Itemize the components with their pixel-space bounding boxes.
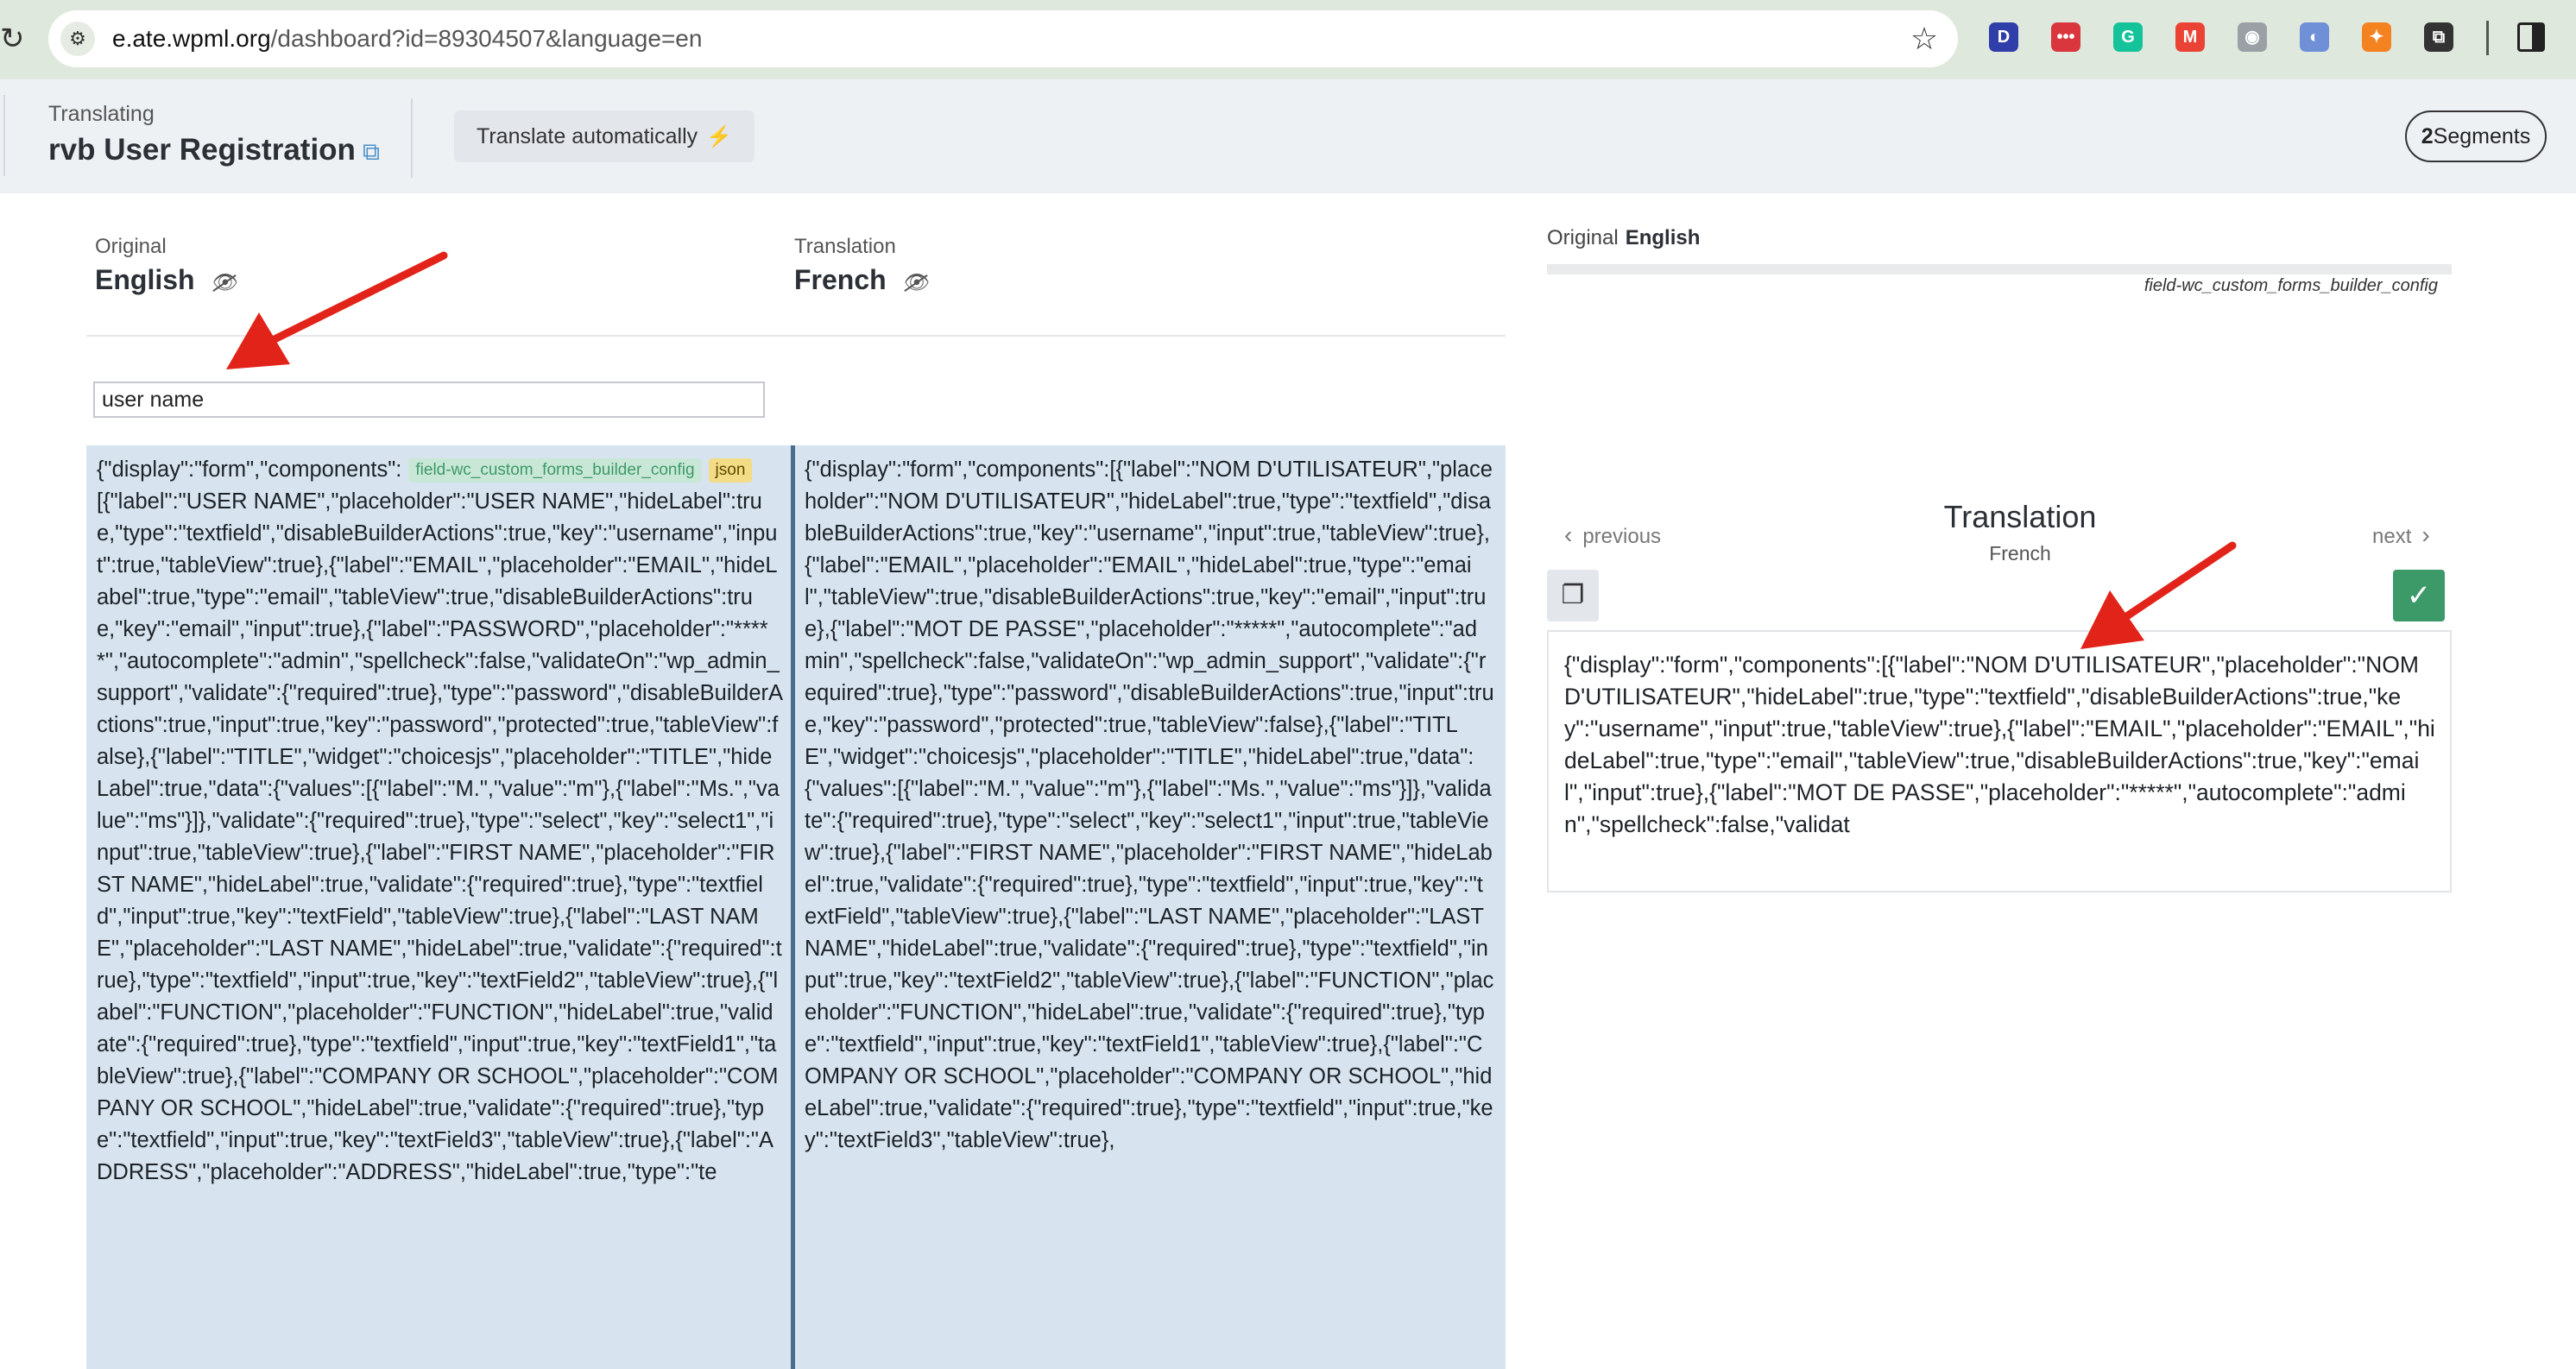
translation-language: French 👁	[794, 264, 930, 296]
header-divider-line	[86, 335, 1506, 337]
segment-column-divider	[791, 445, 795, 1369]
original-segment-rest: [{"label":"USER NAME","placeholder":"USE…	[97, 489, 784, 1184]
right-panel-original-label: Original	[1547, 226, 1619, 249]
next-button[interactable]: next ›	[2372, 521, 2440, 549]
toolbar-separator	[2486, 21, 2489, 55]
editor-header: Translating rvb User Registration ⧉ Trans…	[0, 79, 2576, 193]
field-name-label: field-wc_custom_forms_builder_config	[2144, 276, 2438, 295]
url-path: /dashboard?id=89304507&language=en	[270, 25, 703, 52]
segment-row[interactable]: {"display":"form","components": field-wc_…	[86, 445, 1506, 1369]
browser-toolbar: ↻ ⚙ e.ate.wpml.org/dashboard?id=89304507…	[0, 0, 2576, 79]
right-panel-original: Original English	[1547, 226, 1700, 250]
project-title: rvb User Registration ⧉	[48, 133, 380, 167]
grammarly-extension-icon[interactable]: G	[2113, 22, 2143, 52]
hide-eye-icon[interactable]: 👁	[212, 270, 238, 295]
translation-panel-language: French	[1989, 542, 2051, 565]
segment-filter-input[interactable]	[93, 382, 765, 418]
json-type-tag: json	[708, 458, 753, 483]
url-host: e.ate.wpml.org	[112, 25, 271, 52]
lightning-icon: ⚡	[706, 125, 733, 148]
segments-label: Segments	[2433, 124, 2531, 148]
copy-original-button[interactable]: ❐	[1547, 570, 1599, 621]
bookmark-star-icon[interactable]: ☆	[1904, 19, 1944, 59]
header-divider	[411, 98, 413, 178]
original-language: English 👁	[95, 264, 238, 296]
translation-editor-text[interactable]: {"display":"form","components":[{"label"…	[1564, 649, 2436, 841]
reload-icon[interactable]: ↻	[0, 17, 25, 60]
orange-extension-icon[interactable]: ✦	[2362, 22, 2391, 52]
d-extension-icon[interactable]: D	[1989, 22, 2018, 52]
camera-extension-icon[interactable]: ◉	[2238, 22, 2267, 52]
arrow-to-filter-icon	[226, 251, 448, 369]
side-panel-icon[interactable]	[2517, 22, 2545, 52]
original-column-header: Original English 👁	[95, 235, 238, 296]
right-panel-original-lang: English	[1625, 226, 1701, 249]
url-text[interactable]: e.ate.wpml.org/dashboard?id=89304507&lan…	[112, 10, 702, 67]
translation-language-text: French	[794, 264, 887, 295]
check-icon: ✓	[2406, 579, 2432, 612]
header-left-border	[3, 95, 5, 176]
translation-label: Translation	[794, 235, 896, 258]
confirm-translation-button[interactable]: ✓	[2393, 570, 2445, 621]
dots-extension-icon[interactable]: •••	[2051, 22, 2080, 52]
translation-editor[interactable]: {"display":"form","components":[{"label"…	[1547, 630, 2452, 893]
original-language-text: English	[95, 264, 195, 295]
translate-automatically-button[interactable]: Translate automatically ⚡	[454, 110, 755, 162]
segments-counter[interactable]: 2Segments	[2405, 110, 2547, 162]
chevron-right-icon: ›	[2421, 521, 2430, 548]
external-link-icon[interactable]: ⧉	[363, 138, 380, 167]
segments-count: 2	[2421, 124, 2434, 148]
field-name-tag: field-wc_custom_forms_builder_config	[408, 458, 702, 483]
chevron-left-icon: ‹	[1564, 521, 1573, 548]
previous-label: previous	[1582, 525, 1662, 548]
address-bar[interactable]: ⚙ e.ate.wpml.org/dashboard?id=89304507&l…	[48, 10, 1958, 67]
translation-panel-title: Translation	[1943, 499, 2097, 534]
translating-label: Translating	[48, 102, 155, 126]
original-segment[interactable]: {"display":"form","components": field-wc_…	[97, 454, 784, 1189]
project-title-text: rvb User Registration	[48, 133, 356, 167]
previous-button[interactable]: ‹ previous	[1554, 521, 1661, 549]
hide-eye-icon[interactable]: 👁	[904, 270, 930, 295]
original-preview-bar	[1547, 264, 2452, 274]
copy-icon: ❐	[1561, 581, 1585, 609]
original-label: Original	[95, 235, 167, 258]
swirl-extension-icon[interactable]: ◐	[2300, 22, 2329, 52]
puzzle-extension-icon[interactable]: ⧉	[2424, 22, 2453, 52]
translation-column-header: Translation French 👁	[794, 235, 930, 296]
translated-segment[interactable]: {"display":"form","components":[{"label"…	[805, 454, 1495, 1157]
translate-automatically-label: Translate automatically	[477, 124, 698, 148]
translated-segment-text: {"display":"form","components":[{"label"…	[805, 457, 1494, 1152]
next-label: next	[2372, 525, 2412, 548]
original-segment-text: {"display":"form","components":	[97, 457, 402, 482]
site-settings-icon[interactable]: ⚙	[60, 22, 95, 56]
gmail-extension-icon[interactable]: M	[2175, 22, 2205, 52]
